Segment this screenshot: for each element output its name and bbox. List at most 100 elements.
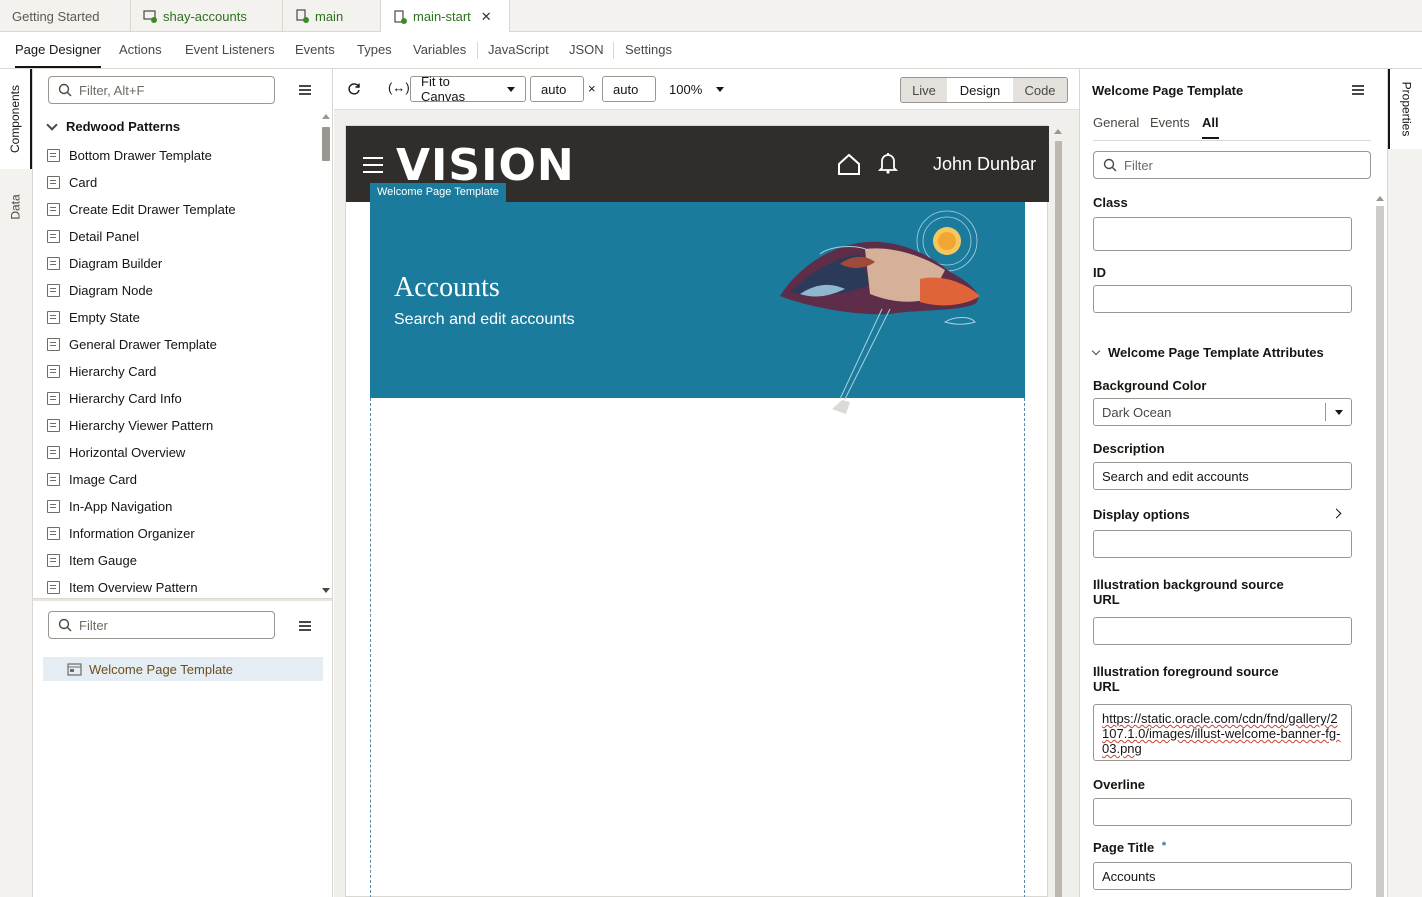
list-item[interactable]: Information Organizer: [33, 520, 318, 547]
tab-general[interactable]: General: [1093, 115, 1139, 139]
list-item-label: Hierarchy Viewer Pattern: [69, 418, 214, 433]
list-item-label: General Drawer Template: [69, 337, 217, 352]
page-body-dropzone[interactable]: [370, 398, 1025, 897]
tab-all[interactable]: All: [1202, 115, 1219, 139]
scroll-up-icon[interactable]: [1376, 196, 1384, 201]
properties-filter-input[interactable]: Filter: [1093, 151, 1371, 179]
bell-icon[interactable]: [878, 152, 898, 174]
chevron-down-icon[interactable]: [1335, 410, 1343, 415]
hamburger-menu-icon[interactable]: [363, 157, 383, 173]
width-input[interactable]: auto: [530, 76, 584, 102]
display-options-input[interactable]: [1093, 530, 1352, 558]
list-item-label: Hierarchy Card Info: [69, 391, 182, 406]
file-tab-main[interactable]: main: [283, 0, 381, 32]
tab-settings[interactable]: Settings: [625, 32, 672, 68]
canvas-scrollbar[interactable]: [1053, 125, 1064, 897]
list-item[interactable]: Detail Panel: [33, 223, 318, 250]
list-item[interactable]: Hierarchy Card Info: [33, 385, 318, 412]
variables-toggle-icon[interactable]: (↔): [388, 80, 410, 95]
label-line: URL: [1093, 592, 1120, 607]
list-item[interactable]: Card: [33, 169, 318, 196]
description-input[interactable]: Search and edit accounts: [1093, 462, 1352, 490]
file-tab-bar: Getting Started shay-accounts main main-…: [0, 0, 1422, 33]
menu-icon[interactable]: [299, 85, 311, 95]
list-item[interactable]: Hierarchy Card: [33, 358, 318, 385]
overline-input[interactable]: [1093, 798, 1352, 826]
zoom-select[interactable]: 100%: [669, 82, 725, 97]
list-item[interactable]: Diagram Node: [33, 277, 318, 304]
file-tab-shay-accounts[interactable]: shay-accounts: [131, 0, 283, 32]
group-header-redwood-patterns[interactable]: Redwood Patterns: [46, 118, 180, 134]
list-item[interactable]: Diagram Builder: [33, 250, 318, 277]
scrollbar-thumb[interactable]: [1055, 141, 1062, 897]
code-mode-button[interactable]: Code: [1013, 77, 1068, 103]
tab-javascript[interactable]: JavaScript: [488, 32, 549, 68]
tab-json[interactable]: JSON: [569, 32, 604, 68]
list-item-label: Create Edit Drawer Template: [69, 202, 236, 217]
properties-scrollbar[interactable]: [1374, 196, 1385, 897]
times-separator: ×: [588, 81, 596, 96]
list-item[interactable]: Horizontal Overview: [33, 439, 318, 466]
scroll-up-icon[interactable]: [1054, 129, 1062, 134]
list-item[interactable]: Create Edit Drawer Template: [33, 196, 318, 223]
panel-splitter[interactable]: [33, 598, 332, 601]
close-tab-icon[interactable]: ✕: [481, 9, 492, 25]
class-input[interactable]: [1093, 217, 1352, 251]
rail-tab-properties[interactable]: Properties: [1388, 69, 1422, 149]
overview-icon: [47, 581, 60, 594]
fit-label: Fit to Canvas: [421, 74, 466, 104]
scroll-down-icon[interactable]: [322, 588, 330, 593]
structure-item-welcome-page-template[interactable]: Welcome Page Template: [43, 657, 323, 681]
live-mode-button[interactable]: Live: [900, 77, 948, 103]
id-input[interactable]: [1093, 285, 1352, 313]
tab-types[interactable]: Types: [357, 32, 392, 68]
tab-variables[interactable]: Variables: [413, 32, 466, 68]
scrollbar-thumb[interactable]: [322, 127, 330, 161]
rail-tab-data[interactable]: Data: [0, 177, 32, 237]
tab-page-designer[interactable]: Page Designer: [15, 32, 101, 68]
chevron-down-icon: [46, 118, 58, 131]
design-canvas: VISION John Dunbar Welcome Page Template…: [334, 110, 1079, 897]
file-tab-main-start[interactable]: main-start ✕: [381, 0, 510, 33]
home-icon[interactable]: [837, 153, 861, 175]
component-list-scrollbar[interactable]: [320, 111, 331, 596]
page-preview[interactable]: VISION John Dunbar Welcome Page Template…: [345, 125, 1049, 897]
tab-events[interactable]: Events: [1150, 115, 1190, 139]
scroll-up-icon[interactable]: [322, 114, 330, 119]
list-item[interactable]: Image Card: [33, 466, 318, 493]
fit-to-canvas-select[interactable]: Fit to Canvas: [410, 74, 526, 104]
tab-event-listeners[interactable]: Event Listeners: [185, 32, 275, 68]
drawer-icon: [47, 203, 60, 216]
list-item[interactable]: Hierarchy Viewer Pattern: [33, 412, 318, 439]
tab-actions[interactable]: Actions: [119, 32, 162, 68]
list-item[interactable]: Item Gauge: [33, 547, 318, 574]
list-item[interactable]: Bottom Drawer Template: [33, 142, 318, 169]
illustration-fg-textarea[interactable]: https://static.oracle.com/cdn/fnd/galler…: [1093, 704, 1352, 761]
menu-icon[interactable]: [299, 621, 311, 631]
welcome-banner[interactable]: Accounts Search and edit accounts: [370, 202, 1025, 414]
scrollbar-thumb[interactable]: [1376, 206, 1384, 897]
chevron-right-icon[interactable]: [1331, 508, 1342, 519]
structure-filter-input[interactable]: Filter: [48, 611, 275, 639]
menu-icon[interactable]: [1352, 85, 1364, 95]
list-item[interactable]: Empty State: [33, 304, 318, 331]
label-line: URL: [1093, 679, 1120, 694]
rail-tab-label: Properties: [1399, 81, 1414, 137]
tab-events[interactable]: Events: [295, 32, 335, 68]
components-filter-input[interactable]: Filter, Alt+F: [48, 76, 275, 104]
background-color-select[interactable]: Dark Ocean: [1093, 398, 1352, 426]
section-header-attributes[interactable]: Welcome Page Template Attributes: [1091, 345, 1324, 360]
illustration-bg-input[interactable]: [1093, 617, 1352, 645]
list-item[interactable]: Item Overview Pattern: [33, 574, 318, 597]
list-item[interactable]: In-App Navigation: [33, 493, 318, 520]
list-item[interactable]: General Drawer Template: [33, 331, 318, 358]
user-name[interactable]: John Dunbar: [933, 154, 1036, 175]
overview-icon: [47, 446, 60, 459]
canvas-toolbar: (↔) Fit to Canvas auto × auto 100% Live …: [334, 69, 1079, 110]
page-title-input[interactable]: Accounts: [1093, 862, 1352, 890]
file-tab-getting-started[interactable]: Getting Started: [0, 0, 131, 32]
design-mode-button[interactable]: Design: [947, 77, 1014, 103]
height-input[interactable]: auto: [602, 76, 656, 102]
rail-tab-components[interactable]: Components: [0, 69, 32, 169]
refresh-icon[interactable]: [347, 82, 361, 96]
